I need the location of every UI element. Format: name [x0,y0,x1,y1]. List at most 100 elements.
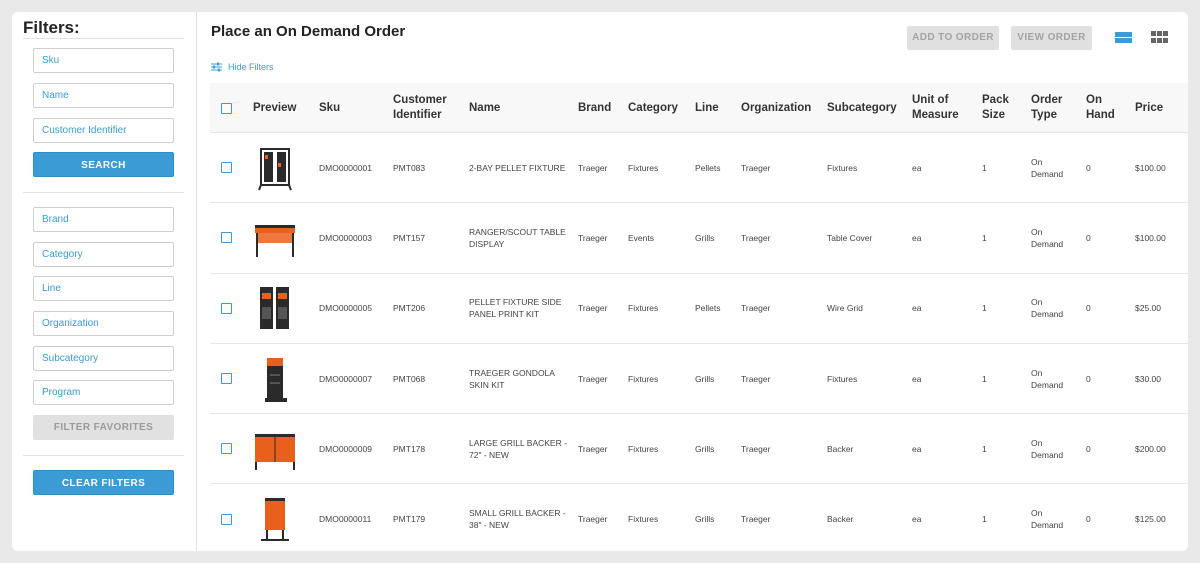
cell-name[interactable]: SMALL GRILL BACKER - 38" - NEW [469,484,569,551]
cell-name[interactable]: LARGE GRILL BACKER - 72" - NEW [469,414,569,483]
product-preview[interactable] [253,133,297,202]
cell-on-hand: 0 [1086,232,1091,243]
cell-category: Fixtures [628,514,659,525]
cell-line: Grills [695,232,715,243]
cell-subcategory: Backer [827,443,854,454]
cell-organization: Traeger [741,514,771,525]
pellet-rack-icon [258,147,292,191]
cell-name[interactable]: 2-BAY PELLET FIXTURE [469,133,569,202]
product-preview[interactable] [253,274,297,343]
line-filter[interactable]: Line [33,276,174,301]
select-all-checkbox[interactable] [221,102,232,114]
divider [23,38,184,39]
cell-on-hand: 0 [1086,373,1091,384]
cell-order-type: On Demand [1031,437,1064,460]
cell-category: Events [628,232,654,243]
customer-identifier-search-input[interactable] [33,118,174,143]
backer-large-icon [255,433,295,470]
brand-filter[interactable]: Brand [33,207,174,232]
cell-sku: DMO0000009 [319,443,372,454]
program-filter[interactable]: Program [33,380,174,405]
hide-filters-link[interactable]: Hide Filters [211,60,274,74]
header-brand: Brand [578,101,612,114]
cell-customer-identifier: PMT206 [393,303,426,314]
product-preview[interactable] [253,484,297,551]
table-row[interactable]: DMO0000003 PMT157 RANGER/SCOUT TABLE DIS… [210,203,1188,274]
product-preview[interactable] [253,344,297,413]
cell-order-type: On Demand [1031,297,1064,320]
header-category: Category [628,101,678,114]
cell-price: $100.00 [1135,232,1166,243]
header-organization: Organization [741,101,812,114]
divider [23,192,184,193]
cell-subcategory: Fixtures [827,373,858,384]
cell-brand: Traeger [578,232,608,243]
table-row[interactable]: DMO0000005 PMT206 PELLET FIXTURE SIDE PA… [210,274,1188,344]
row-checkbox[interactable] [221,162,232,174]
cell-unit-of-measure: ea [912,162,922,173]
header-on-hand: On Hand [1086,94,1115,121]
row-checkbox[interactable] [221,443,232,455]
cell-pack-size: 1 [982,303,987,314]
grid-view-icon[interactable] [1151,30,1168,45]
cell-organization: Traeger [741,162,771,173]
cell-customer-identifier: PMT068 [393,373,426,384]
product-preview[interactable] [253,203,297,272]
cell-order-type: On Demand [1031,226,1064,249]
cell-brand: Traeger [578,162,608,173]
list-view-icon[interactable] [1115,30,1132,45]
cell-category: Fixtures [628,303,659,314]
page-title: Place an On Demand Order [211,23,406,40]
table-row[interactable]: DMO0000011 PMT179 SMALL GRILL BACKER - 3… [210,484,1188,551]
header-price: Price [1135,101,1164,114]
cell-category: Fixtures [628,373,659,384]
filter-favorites-button[interactable]: FILTER FAVORITES [33,415,174,440]
view-order-button[interactable]: VIEW ORDER [1011,26,1092,50]
header-sku: Sku [319,101,341,114]
organization-filter[interactable]: Organization [33,311,174,336]
name-search-input[interactable] [33,83,174,108]
subcategory-filter[interactable]: Subcategory [33,346,174,371]
cell-price: $200.00 [1135,443,1166,454]
header-unit-of-measure: Unit of Measure [912,94,959,121]
cell-name[interactable]: PELLET FIXTURE SIDE PANEL PRINT KIT [469,274,569,343]
sku-search-input[interactable] [33,48,174,73]
panels-icon [260,287,289,330]
cell-price: $30.00 [1135,373,1161,384]
cell-customer-identifier: PMT157 [393,232,426,243]
cell-line: Grills [695,514,715,525]
cell-order-type: On Demand [1031,367,1064,390]
header-pack-size: Pack Size [982,94,1009,121]
cell-sku: DMO0000005 [319,303,372,314]
table-row[interactable]: DMO0000009 PMT178 LARGE GRILL BACKER - 7… [210,414,1188,485]
hide-filters-label: Hide Filters [228,62,274,72]
cell-organization: Traeger [741,443,771,454]
cell-line: Pellets [695,162,721,173]
cell-subcategory: Backer [827,514,854,525]
cell-name[interactable]: TRAEGER GONDOLA SKIN KIT [469,344,569,413]
cell-pack-size: 1 [982,373,987,384]
search-button[interactable]: SEARCH [33,152,174,177]
main-content: Place an On Demand Order ADD TO ORDER VI… [198,12,1188,551]
products-table: Preview Sku Customer Identifier Name Bra… [210,83,1188,551]
header-order-type: Order Type [1031,94,1063,121]
cell-name[interactable]: RANGER/SCOUT TABLE DISPLAY [469,203,569,272]
app-window: Filters: SEARCH Brand Category Line Orga… [12,12,1188,551]
row-checkbox[interactable] [221,513,232,525]
row-checkbox[interactable] [221,232,232,244]
cell-on-hand: 0 [1086,443,1091,454]
cell-brand: Traeger [578,514,608,525]
cell-on-hand: 0 [1086,303,1091,314]
row-checkbox[interactable] [221,302,232,314]
cell-brand: Traeger [578,303,608,314]
clear-filters-button[interactable]: CLEAR FILTERS [33,470,174,495]
category-filter[interactable]: Category [33,242,174,267]
table-row[interactable]: DMO0000001 PMT083 2-BAY PELLET FIXTURE T… [210,133,1188,204]
add-to-order-button[interactable]: ADD TO ORDER [907,26,999,50]
product-preview[interactable] [253,414,297,483]
row-checkbox[interactable] [221,373,232,385]
table-row[interactable]: DMO0000007 PMT068 TRAEGER GONDOLA SKIN K… [210,344,1188,415]
filters-title: Filters: [23,18,80,37]
cell-order-type: On Demand [1031,156,1064,179]
divider [23,455,184,456]
